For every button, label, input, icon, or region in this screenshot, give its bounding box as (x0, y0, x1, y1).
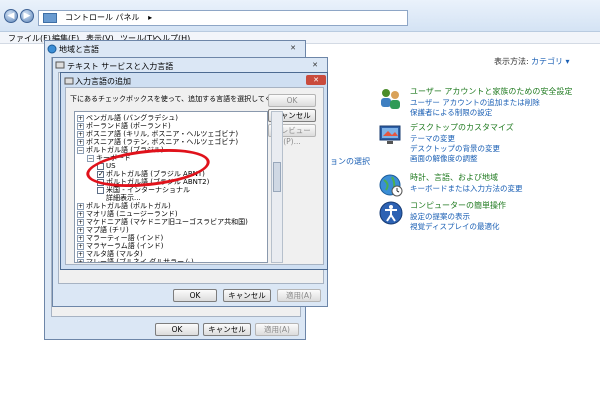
tree-item-label: マルタ語 (マルタ) (86, 250, 143, 258)
cancel-button[interactable]: キャンセル (223, 289, 271, 302)
tree-item-label: 米国 - インターナショナル (106, 186, 190, 194)
dialog-title: 入力言語の追加 (75, 77, 131, 86)
expand-toggle-icon[interactable]: − (87, 154, 94, 162)
ok-button[interactable]: OK (268, 94, 316, 107)
link-optimize-visual-display[interactable]: 視覚ディスプレイの最適化 (410, 221, 499, 232)
tree-item-label: ボスニア語 (キリル, ボスニア・ヘルツェゴビナ) (86, 130, 239, 138)
ease-of-access-icon (379, 201, 403, 225)
close-icon[interactable]: ✕ (283, 43, 303, 53)
tree-scrollbar[interactable] (271, 111, 283, 263)
back-button[interactable]: ◀ (4, 9, 18, 23)
keyboard-icon (64, 77, 74, 85)
control-panel-icon (43, 13, 57, 23)
expand-toggle-icon[interactable]: + (77, 250, 84, 258)
users-icon (381, 89, 400, 109)
expand-toggle-icon[interactable]: + (77, 258, 84, 262)
link-adjust-resolution[interactable]: 画面の解像度の調整 (410, 153, 478, 164)
view-by-dropdown[interactable]: カテゴリ ▾ (531, 56, 570, 67)
tree-item-label: マレー語 (ブルネイ ダルサラーム) (86, 258, 194, 263)
keyboard-icon (55, 61, 65, 69)
category-title[interactable]: 時計、言語、および地域 (410, 172, 498, 183)
apply-button[interactable]: 適用(A) (255, 323, 299, 336)
tree-item-label: ボスニア語 (ラテン, ボスニア・ヘルツェゴビナ) (86, 138, 239, 146)
expand-toggle-icon[interactable]: + (77, 242, 84, 250)
tree-item-label: マケドニア語 (マケドニア旧ユーゴスラビア共和国) (86, 218, 248, 226)
language-tree[interactable]: + ベンガル語 (バングラデシュ) + ポーランド語 (ポーランド) + ボスニア語 (キ… (74, 111, 268, 263)
expand-toggle-icon[interactable]: + (77, 202, 84, 210)
expand-toggle-icon[interactable]: + (77, 122, 84, 130)
explorer-toolbar: ◀ ▶ コントロール パネル ▸ (0, 0, 600, 32)
address-text: コントロール パネル (65, 13, 140, 22)
dialog-title: テキスト サービスと入力言語 (67, 62, 174, 71)
ok-button[interactable]: OK (155, 323, 199, 336)
globe-clock-icon (379, 174, 403, 197)
tree-item-label: マオリ語 (ニュージーランド) (86, 210, 178, 218)
apply-button[interactable]: 適用(A) (277, 289, 321, 302)
expand-toggle-icon[interactable]: + (77, 234, 84, 242)
tree-item-label: マラヤーラム語 (インド) (86, 242, 164, 250)
expand-toggle-icon[interactable]: + (77, 218, 84, 226)
close-icon[interactable]: ✕ (306, 75, 326, 85)
category-title[interactable]: デスクトップのカスタマイズ (410, 122, 514, 133)
tree-item-label: ベンガル語 (バングラデシュ) (86, 114, 179, 122)
checkbox[interactable] (97, 186, 104, 194)
tree-item-label: マプ語 (チリ) (86, 226, 129, 234)
link-parental-controls[interactable]: 保護者による制限の設定 (410, 107, 492, 118)
dialog-title: 地域と言語 (59, 45, 99, 54)
category-title[interactable]: ユーザー アカウントと家族のための安全設定 (410, 86, 572, 97)
display-icon (379, 125, 401, 144)
expand-toggle-icon[interactable]: + (77, 130, 84, 138)
scroll-thumb[interactable] (273, 162, 281, 192)
globe-icon (47, 44, 57, 54)
tree-item-label: ポルトガル語 (ポルトガル) (86, 202, 171, 210)
expand-toggle-icon[interactable]: − (77, 146, 84, 154)
expand-toggle-icon[interactable]: + (77, 210, 84, 218)
expand-toggle-icon[interactable]: + (77, 138, 84, 146)
tree-item-label: 詳細表示... (106, 194, 141, 202)
close-icon[interactable]: ✕ (305, 60, 325, 70)
partial-link-text[interactable]: ョンの選択 (330, 156, 370, 167)
link-change-keyboard[interactable]: キーボードまたは入力方法の変更 (410, 183, 523, 194)
cancel-button[interactable]: キャンセル (203, 323, 251, 336)
tree-item-label: ポーランド語 (ポーランド) (86, 122, 171, 130)
instruction-text: 下にあるチェックボックスを使って、追加する言語を選択してください: (70, 95, 296, 103)
tree-item[interactable]: + マレー語 (ブルネイ ダルサラーム) (77, 258, 194, 263)
tree-item-label: マラーティー語 (インド) (86, 234, 164, 242)
ok-button[interactable]: OK (173, 289, 217, 302)
expand-toggle-icon[interactable]: + (77, 226, 84, 234)
view-by-label: 表示方法: (494, 57, 529, 66)
address-bar[interactable]: コントロール パネル ▸ (38, 10, 408, 26)
forward-button[interactable]: ▶ (20, 9, 34, 23)
category-title[interactable]: コンピューターの簡単操作 (410, 200, 506, 211)
breadcrumb-arrow-icon[interactable]: ▸ (148, 13, 152, 22)
expand-toggle-icon[interactable]: + (77, 114, 84, 122)
